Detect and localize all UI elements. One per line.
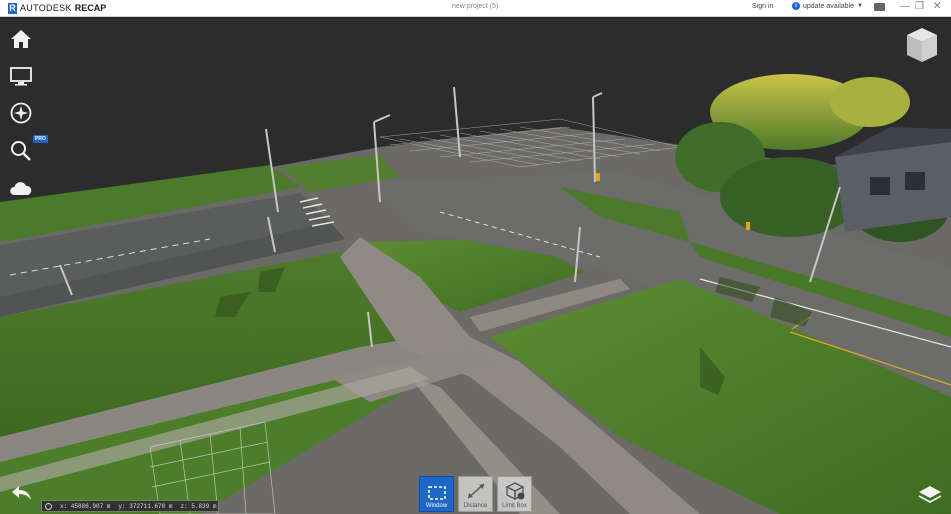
restore-button[interactable]: ❐: [915, 1, 924, 13]
app-brand: R AUTODESK RECAP: [8, 2, 107, 14]
display-settings-button[interactable]: [9, 64, 33, 88]
window-select-button[interactable]: Window: [419, 476, 454, 512]
point-cloud-scene: [0, 17, 951, 514]
search-button[interactable]: PRO: [9, 135, 48, 163]
update-label: update available: [803, 2, 854, 10]
limit-box-button[interactable]: Limit Box: [497, 476, 532, 512]
recap-logo-icon: R: [8, 2, 17, 14]
sign-in-link[interactable]: Sign in: [752, 3, 773, 10]
distance-button[interactable]: Distance: [458, 476, 493, 512]
cloud-icon: [10, 182, 32, 195]
pro-badge: PRO: [33, 135, 48, 143]
minimize-button[interactable]: —: [900, 1, 910, 13]
layers-button[interactable]: [917, 483, 943, 505]
coordinates-readout: x: 45886.907 m y: 372711.678 m z: 5.839 …: [41, 500, 219, 512]
cube-icon: [907, 28, 937, 62]
distance-icon: [467, 483, 484, 499]
title-bar: R AUTODESK RECAP new project (5) Sign in…: [0, 0, 951, 17]
layers-icon: [918, 486, 942, 504]
coord-x: x: 45886.907 m: [60, 502, 111, 510]
traffic-light: [596, 173, 600, 181]
window-label: Window: [425, 503, 448, 509]
info-icon: i: [792, 2, 800, 10]
close-button[interactable]: ✕: [933, 1, 941, 13]
brand-autodesk: AUTODESK: [20, 3, 72, 13]
distance-label: Distance: [463, 503, 488, 509]
point-cloud-viewport[interactable]: PRO x: 45886.907 m y: 372711.678 m z: 5.…: [0, 17, 951, 514]
home-button[interactable]: [9, 27, 33, 51]
target-icon: [45, 502, 52, 510]
coord-z: z: 5.839 m: [180, 502, 217, 510]
window-select-icon: [427, 486, 446, 500]
limit-box-icon: [505, 482, 524, 501]
back-arrow-icon: [12, 486, 31, 500]
update-dropdown[interactable]: i update available ▼: [792, 2, 863, 10]
brand-recap: RECAP: [74, 3, 107, 13]
navigation-button[interactable]: [9, 101, 33, 125]
coord-y: y: 372711.678 m: [118, 502, 173, 510]
traffic-light: [746, 222, 750, 230]
compass-icon: [10, 102, 32, 124]
view-cube[interactable]: [905, 26, 939, 64]
document-title: new project (5): [452, 3, 499, 10]
limit-box-label: Limit Box: [502, 503, 527, 509]
magnifier-icon: [11, 141, 31, 161]
monitor-icon: [10, 67, 32, 86]
chevron-down-icon: ▼: [857, 3, 863, 9]
chat-icon[interactable]: [874, 3, 885, 11]
cloud-button[interactable]: [9, 177, 33, 201]
back-button[interactable]: [9, 483, 35, 503]
home-icon: [11, 30, 31, 48]
